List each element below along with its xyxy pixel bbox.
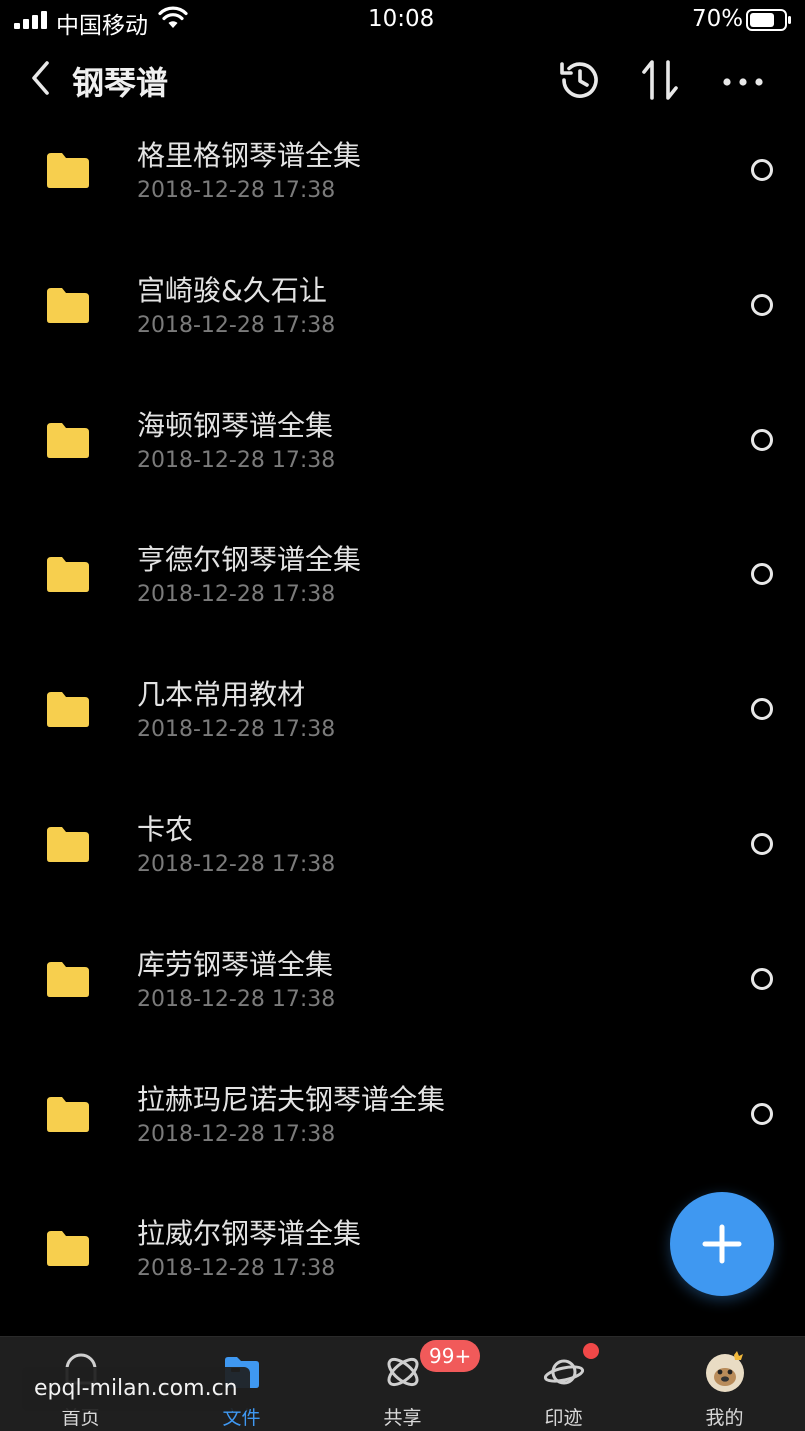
folder-icon bbox=[47, 692, 89, 728]
file-row[interactable]: 格里格钢琴谱全集 2018-12-28 17:38 bbox=[0, 118, 805, 253]
file-date: 2018-12-28 17:38 bbox=[137, 717, 336, 743]
watermark: epql-milan.com.cn bbox=[22, 1367, 250, 1411]
tab-label: 共享 bbox=[383, 1407, 422, 1429]
tab-profile[interactable]: 我的 bbox=[644, 1337, 805, 1431]
file-name: 海顿钢琴谱全集 bbox=[137, 408, 334, 442]
folder-icon bbox=[47, 153, 89, 188]
battery-percent: 70% bbox=[692, 6, 744, 32]
folder-icon bbox=[47, 287, 89, 323]
file-date: 2018-12-28 17:38 bbox=[137, 582, 336, 608]
file-row[interactable]: 亨德尔钢琴谱全集 2018-12-28 17:38 bbox=[0, 522, 805, 657]
file-name: 库劳钢琴谱全集 bbox=[137, 947, 334, 981]
back-icon bbox=[32, 61, 49, 95]
select-checkbox[interactable] bbox=[751, 159, 773, 181]
file-date: 2018-12-28 17:38 bbox=[137, 178, 336, 203]
notification-dot bbox=[583, 1343, 599, 1359]
file-name: 拉赫玛尼诺夫钢琴谱全集 bbox=[137, 1082, 446, 1116]
tab-label: 印迹 bbox=[544, 1407, 583, 1429]
select-checkbox[interactable] bbox=[751, 293, 773, 316]
file-row[interactable]: 海顿钢琴谱全集 2018-12-28 17:38 bbox=[0, 388, 805, 523]
file-name: 几本常用教材 bbox=[137, 678, 306, 712]
select-checkbox[interactable] bbox=[751, 563, 773, 586]
signal-icon bbox=[14, 11, 47, 29]
folder-icon bbox=[47, 1096, 89, 1132]
file-name: 格里格钢琴谱全集 bbox=[137, 139, 362, 172]
planet-icon bbox=[543, 1359, 585, 1385]
folder-icon bbox=[47, 826, 89, 862]
back-button[interactable] bbox=[22, 56, 58, 100]
file-date: 2018-12-28 17:38 bbox=[137, 1121, 336, 1147]
folder-icon bbox=[47, 422, 89, 458]
file-row[interactable]: 宫崎骏&久石让 2018-12-28 17:38 bbox=[0, 253, 805, 388]
screen: 中国移动 10:08 70% 钢琴谱 格里格钢琴谱全集 2018-12-28 1… bbox=[0, 0, 805, 1431]
folder-icon bbox=[47, 1231, 89, 1267]
folder-icon bbox=[47, 961, 89, 997]
file-name: 卡农 bbox=[137, 812, 194, 846]
status-bar: 中国移动 10:08 70% bbox=[0, 0, 805, 40]
file-date: 2018-12-28 17:38 bbox=[137, 1256, 336, 1282]
more-icon[interactable] bbox=[718, 56, 768, 104]
sort-icon[interactable] bbox=[638, 56, 684, 104]
select-checkbox[interactable] bbox=[751, 428, 773, 451]
avatar-icon bbox=[706, 1351, 744, 1392]
file-name: 亨德尔钢琴谱全集 bbox=[137, 543, 362, 577]
file-date: 2018-12-28 17:38 bbox=[137, 312, 336, 338]
tab-trace[interactable]: 印迹 bbox=[483, 1337, 644, 1431]
file-row[interactable]: 拉赫玛尼诺夫钢琴谱全集 2018-12-28 17:38 bbox=[0, 1062, 805, 1197]
file-date: 2018-12-28 17:38 bbox=[137, 986, 336, 1012]
select-checkbox[interactable] bbox=[751, 698, 773, 721]
select-checkbox[interactable] bbox=[751, 832, 773, 855]
file-name: 宫崎骏&久石让 bbox=[137, 273, 327, 307]
clock: 10:08 bbox=[368, 6, 435, 32]
file-name: 拉威尔钢琴谱全集 bbox=[137, 1217, 362, 1251]
file-row[interactable]: 卡农 2018-12-28 17:38 bbox=[0, 792, 805, 927]
tab-label: 我的 bbox=[705, 1407, 744, 1429]
nav-bar: 钢琴谱 bbox=[0, 48, 805, 108]
notification-badge: 99+ bbox=[420, 1340, 481, 1372]
select-checkbox[interactable] bbox=[751, 1102, 773, 1125]
file-row[interactable]: 库劳钢琴谱全集 2018-12-28 17:38 bbox=[0, 927, 805, 1062]
select-checkbox[interactable] bbox=[751, 967, 773, 990]
file-date: 2018-12-28 17:38 bbox=[137, 851, 336, 877]
battery-icon bbox=[746, 9, 791, 31]
file-row[interactable]: 几本常用教材 2018-12-28 17:38 bbox=[0, 657, 805, 792]
history-icon[interactable] bbox=[556, 56, 604, 104]
file-list: 格里格钢琴谱全集 2018-12-28 17:38 宫崎骏&久石让 2018-1… bbox=[0, 118, 805, 1331]
file-date: 2018-12-28 17:38 bbox=[137, 447, 336, 473]
carrier-label: 中国移动 bbox=[56, 13, 148, 39]
wifi-icon bbox=[158, 6, 188, 28]
page-title: 钢琴谱 bbox=[72, 64, 169, 102]
folder-icon bbox=[47, 557, 89, 593]
plus-icon bbox=[702, 1224, 742, 1264]
add-button[interactable] bbox=[670, 1192, 774, 1296]
share-icon bbox=[387, 1357, 419, 1387]
